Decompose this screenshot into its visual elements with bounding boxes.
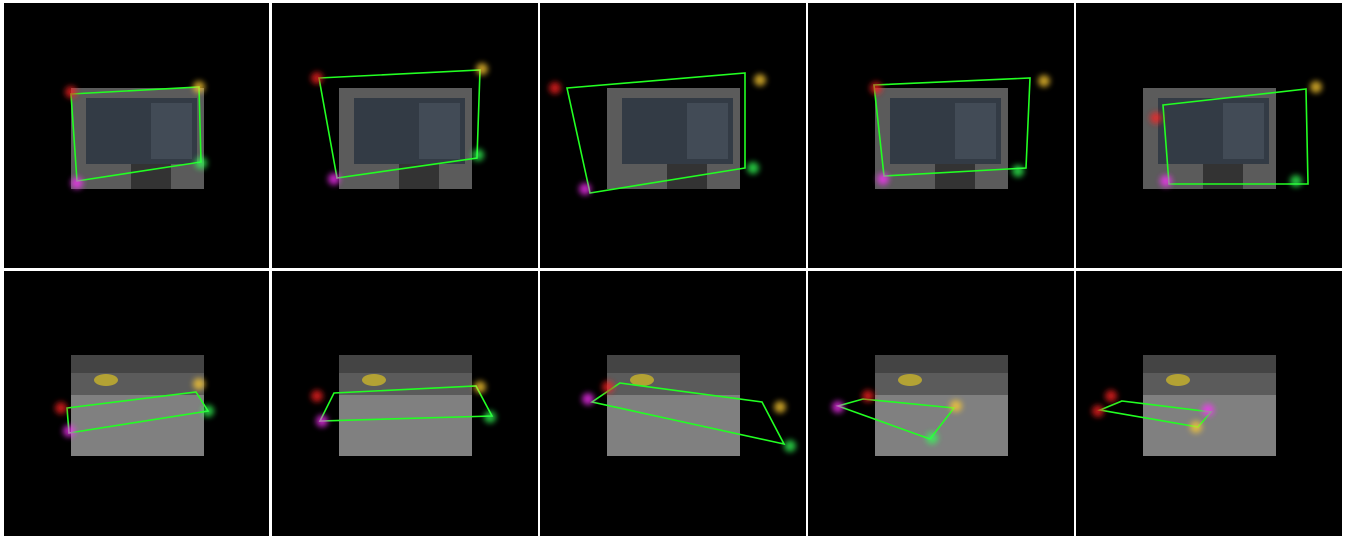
tile-monitor-frame-2 [272,3,538,268]
keypoint-glow [63,425,75,437]
desk-surface [607,395,740,456]
monitor-scene [65,81,207,189]
monitor-stand [935,164,975,189]
image-grid [0,0,1349,539]
tile-keyboard-frame-2 [272,271,538,536]
keypoint-glow [784,440,796,452]
keypoint-glow [877,173,889,185]
background-clutter [339,355,472,373]
monitor-panel [955,103,996,159]
keypoint-glow [474,381,486,393]
banana [898,374,922,386]
keypoint-glow [602,381,614,393]
banana [362,374,386,386]
keypoint-glow [1092,405,1104,417]
keypoint-glow [202,405,214,417]
keypoint-glow [71,177,83,189]
monitor-stand [1203,164,1243,189]
monitor-panel [687,103,728,159]
desk-surface [875,395,1008,456]
background-clutter [875,355,1008,373]
keypoint-glow [1150,112,1162,124]
tile-keyboard-frame-4 [808,271,1074,536]
keypoint-glow [328,173,340,185]
keypoint-glow [193,81,205,93]
keypoint-glow [472,149,484,161]
keypoint-glow [65,86,77,98]
keypoint-glow [926,432,938,444]
monitor-panel [1223,103,1264,159]
monitor-stand [667,164,707,189]
monitor-panel [151,103,192,159]
keypoint-glow [870,82,882,94]
keyboard-scene [832,355,1008,456]
keypoint-glow [55,402,67,414]
keypoint-glow [862,390,874,402]
keypoint-glow [476,63,488,75]
keyboard-scene [1092,355,1276,456]
keypoint-glow [1310,81,1322,93]
keypoint-glow [1160,175,1172,187]
tile-keyboard-frame-3 [540,271,806,536]
keypoint-glow [1012,165,1024,177]
desk-surface [1143,395,1276,456]
monitor-scene [311,63,488,189]
keypoint-glow [316,415,328,427]
keyboard-scene [582,355,796,456]
keypoint-glow [754,74,766,86]
tile-keyboard-frame-5 [1076,271,1342,536]
tile-keyboard-frame-1 [4,271,269,536]
background-clutter [607,355,740,373]
background-clutter [71,355,204,373]
banana [1166,374,1190,386]
tile-monitor-frame-4 [808,3,1074,268]
background-clutter [1143,355,1276,373]
monitor-panel [419,103,460,159]
keypoint-glow [311,390,323,402]
keyboard-scene [55,355,214,456]
banana [94,374,118,386]
desk-surface [71,395,204,456]
keypoint-glow [484,411,496,423]
tile-monitor-frame-1 [4,3,269,268]
keypoint-glow [832,401,844,413]
keypoint-glow [549,82,561,94]
keypoint-glow [582,393,594,405]
desk-surface [339,395,472,456]
monitor-scene [870,75,1050,189]
keypoint-glow [1190,421,1202,433]
tile-monitor-frame-3 [540,3,806,268]
keypoint-glow [1290,175,1302,187]
monitor-scene [549,72,766,195]
keypoint-glow [1105,390,1117,402]
keypoint-glow [579,183,591,195]
keyboard-scene [311,355,496,456]
monitor-scene [1143,81,1322,189]
keypoint-glow [1202,404,1214,416]
keypoint-glow [1038,75,1050,87]
keypoint-glow [195,157,207,169]
keypoint-glow [311,72,323,84]
keypoint-glow [193,378,205,390]
keypoint-glow [774,401,786,413]
keypoint-glow [950,400,962,412]
tile-monitor-frame-5 [1076,3,1342,268]
keypoint-glow [747,162,759,174]
